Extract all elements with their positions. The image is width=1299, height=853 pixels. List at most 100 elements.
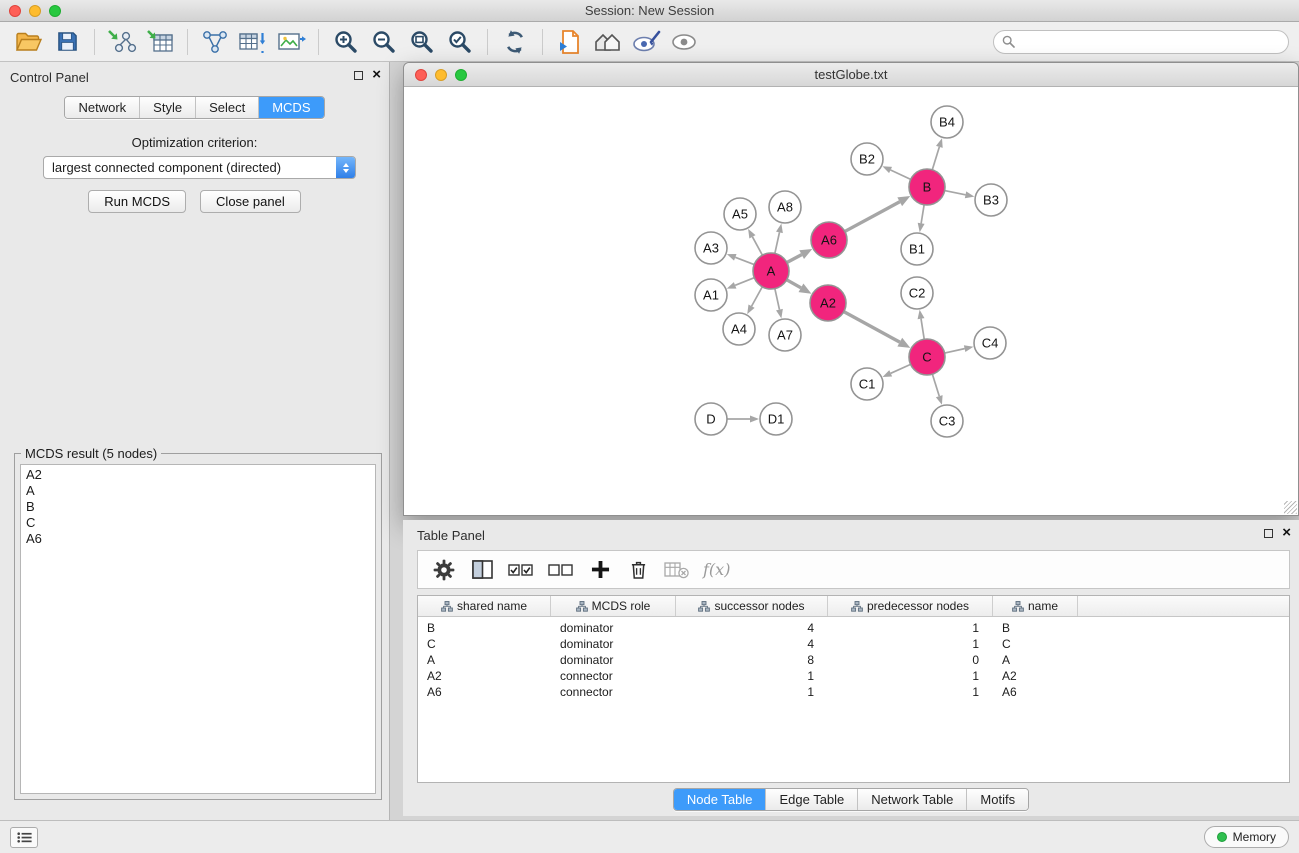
zoom-window-button[interactable] <box>49 5 61 17</box>
show-graphics-details-button[interactable] <box>627 25 665 59</box>
home-view-button[interactable] <box>589 25 627 59</box>
graph-node-C4[interactable]: C4 <box>974 327 1006 359</box>
table-row[interactable]: Cdominator41C <box>418 636 1289 652</box>
tab-edge-table[interactable]: Edge Table <box>765 789 857 810</box>
minimize-network-window-button[interactable] <box>435 69 447 81</box>
graph-node-A7[interactable]: A7 <box>769 319 801 351</box>
delete-column-button[interactable] <box>626 555 650 585</box>
graph-node-A1[interactable]: A1 <box>695 279 727 311</box>
table-cell: dominator <box>551 652 676 668</box>
graph-node-D[interactable]: D <box>695 403 727 435</box>
graph-node-A6[interactable]: A6 <box>811 222 847 258</box>
table-settings-button[interactable] <box>432 555 456 585</box>
graph-node-B1[interactable]: B1 <box>901 233 933 265</box>
control-panel: Control Panel × NetworkStyleSelectMCDS O… <box>0 62 390 820</box>
graph-node-A8[interactable]: A8 <box>769 191 801 223</box>
column-header[interactable]: name <box>993 596 1078 616</box>
tab-mcds[interactable]: MCDS <box>258 97 323 118</box>
graph-node-B2[interactable]: B2 <box>851 143 883 175</box>
import-network-button[interactable] <box>103 25 141 59</box>
search-field[interactable] <box>993 30 1289 54</box>
zoom-selected-button[interactable] <box>441 25 479 59</box>
float-table-panel-icon[interactable] <box>1264 529 1273 538</box>
close-window-button[interactable] <box>9 5 21 17</box>
zoom-network-window-button[interactable] <box>455 69 467 81</box>
network-canvas[interactable]: B4 B2 B B3 A5 A8 A6 B1 A3 A C2 A1 A2 A4 A7 C4 C C1 D D1 C3 <box>404 87 1298 515</box>
graph-node-D1[interactable]: D1 <box>760 403 792 435</box>
graph-node-A[interactable]: A <box>753 253 789 289</box>
mcds-result-list[interactable]: A2ABCA6 <box>20 464 376 794</box>
import-table-button[interactable] <box>141 25 179 59</box>
save-session-button[interactable] <box>48 25 86 59</box>
column-header[interactable]: successor nodes <box>676 596 828 616</box>
graph-node-C2[interactable]: C2 <box>901 277 933 309</box>
column-header[interactable]: shared name <box>418 596 551 616</box>
tab-network[interactable]: Network <box>65 97 139 118</box>
float-panel-icon[interactable] <box>354 71 363 80</box>
delete-table-button[interactable] <box>664 555 689 585</box>
network-view-window: testGlobe.txt B4B2BB3A5A8A6B1A3AC2A1A2A4… <box>403 62 1299 516</box>
close-panel-icon[interactable]: × <box>372 70 381 80</box>
hide-graphics-details-button[interactable] <box>665 25 703 59</box>
close-table-panel-icon[interactable]: × <box>1282 528 1291 538</box>
trash-icon <box>630 560 647 580</box>
show-columns-button[interactable] <box>470 555 494 585</box>
zoom-fit-button[interactable] <box>403 25 441 59</box>
column-header[interactable]: predecessor nodes <box>828 596 993 616</box>
panel-selector-button[interactable] <box>10 827 38 848</box>
column-attr-icon <box>441 601 453 612</box>
table-row[interactable]: A2connector11A2 <box>418 668 1289 684</box>
table-cell: A2 <box>418 668 551 684</box>
tab-select[interactable]: Select <box>195 97 258 118</box>
graph-node-A2[interactable]: A2 <box>810 285 846 321</box>
new-network-button[interactable] <box>196 25 234 59</box>
column-attr-icon <box>1012 601 1024 612</box>
table-cell: A <box>418 652 551 668</box>
add-column-button[interactable] <box>588 555 612 585</box>
function-builder-button[interactable]: f(x) <box>703 555 730 585</box>
graph-node-B[interactable]: B <box>909 169 945 205</box>
window-resize-grip[interactable] <box>1284 501 1297 514</box>
close-network-window-button[interactable] <box>415 69 427 81</box>
graph-node-C3[interactable]: C3 <box>931 405 963 437</box>
zoom-in-button[interactable] <box>327 25 365 59</box>
minimize-window-button[interactable] <box>29 5 41 17</box>
close-panel-button[interactable]: Close panel <box>200 190 301 213</box>
svg-text:D: D <box>706 412 715 427</box>
graph-node-B3[interactable]: B3 <box>975 184 1007 216</box>
graph-node-A3[interactable]: A3 <box>695 232 727 264</box>
open-document-button[interactable] <box>551 25 589 59</box>
graph-node-A5[interactable]: A5 <box>724 198 756 230</box>
tab-network-table[interactable]: Network Table <box>857 789 966 810</box>
memory-button[interactable]: Memory <box>1204 826 1289 848</box>
zoom-out-button[interactable] <box>365 25 403 59</box>
tab-style[interactable]: Style <box>139 97 195 118</box>
deselect-all-button[interactable] <box>548 555 574 585</box>
select-all-button[interactable] <box>508 555 534 585</box>
graph-node-B4[interactable]: B4 <box>931 106 963 138</box>
optimization-dropdown[interactable]: largest connected component (directed) <box>43 156 356 179</box>
table-row[interactable]: A6connector11A6 <box>418 684 1289 700</box>
graph-edge <box>945 349 965 353</box>
graph-node-C1[interactable]: C1 <box>851 368 883 400</box>
column-header[interactable]: MCDS role <box>551 596 676 616</box>
network-graph[interactable]: B4 B2 B B3 A5 A8 A6 B1 A3 A C2 A1 A2 A4 A7 C4 C C1 D D1 C3 <box>404 87 1298 515</box>
tab-motifs[interactable]: Motifs <box>966 789 1028 810</box>
svg-text:B3: B3 <box>983 193 999 208</box>
graph-edge <box>932 374 939 396</box>
table-row[interactable]: Bdominator41B <box>418 620 1289 636</box>
run-mcds-button[interactable]: Run MCDS <box>88 190 186 213</box>
new-table-button[interactable] <box>234 25 272 59</box>
export-image-button[interactable] <box>272 25 310 59</box>
search-input[interactable] <box>1020 35 1280 49</box>
control-panel-tabs: NetworkStyleSelectMCDS <box>64 96 324 119</box>
tab-node-table[interactable]: Node Table <box>674 789 766 810</box>
graph-node-A4[interactable]: A4 <box>723 313 755 345</box>
open-session-button[interactable] <box>10 25 48 59</box>
table-row[interactable]: Adominator80A <box>418 652 1289 668</box>
apply-layout-button[interactable] <box>496 25 534 59</box>
svg-text:B4: B4 <box>939 115 955 130</box>
graph-edge <box>891 170 911 179</box>
graph-node-C[interactable]: C <box>909 339 945 375</box>
graph-edge-arrow <box>883 370 893 377</box>
